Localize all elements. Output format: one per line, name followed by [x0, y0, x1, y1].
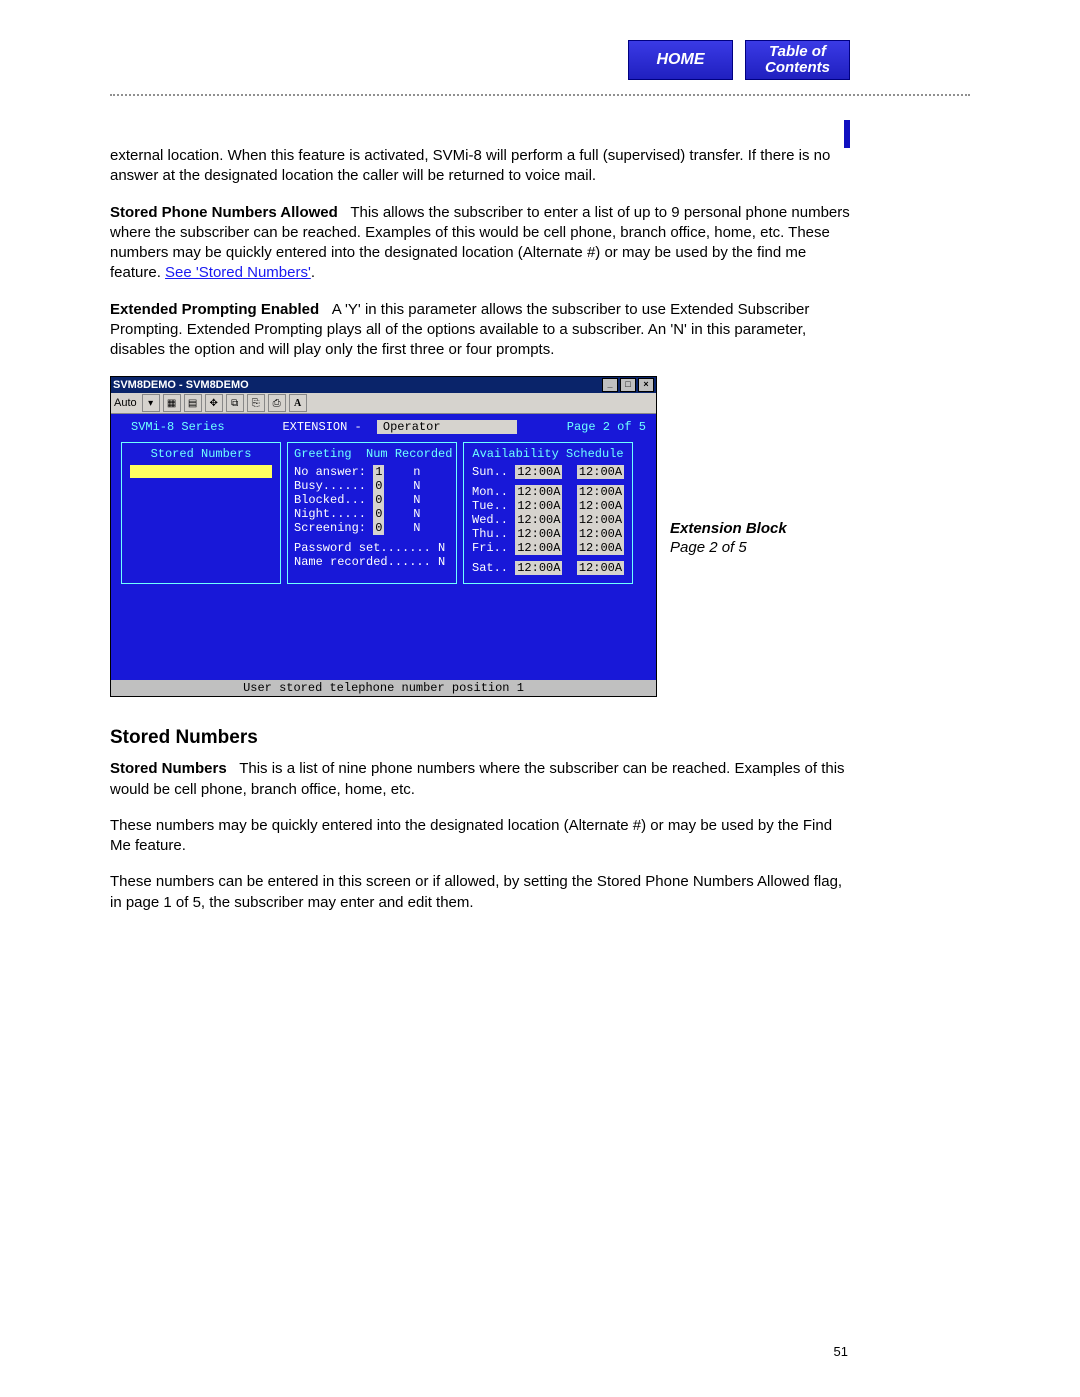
- schedule-row-fri: Fri.. 12:00A 12:00A: [472, 541, 624, 555]
- toc-button[interactable]: Table ofContents: [745, 40, 850, 80]
- toolbar-auto-label: Auto: [114, 397, 137, 409]
- greeting-row-blocked: Blocked... 0 N: [294, 493, 450, 507]
- terminal-window: SVM8DEMO - SVM8DEMO _ □ × Auto ▾ ▦ ▤ ✥ ⧉…: [110, 376, 657, 697]
- greeting-row-noanswer: No answer: 1 n: [294, 465, 450, 479]
- greeting-row-night: Night..... 0 N: [294, 507, 450, 521]
- greeting-panel: Greeting Num Recorded No answer: 1 n Bus…: [287, 442, 457, 584]
- stored-numbers-lead: Stored Numbers: [110, 760, 227, 777]
- greeting-row-screening: Screening: 0 N: [294, 521, 450, 535]
- home-button[interactable]: HOME: [628, 40, 733, 80]
- stored-allowed-lead: Stored Phone Numbers Allowed: [110, 204, 338, 221]
- toolbar-icon-5[interactable]: ⎘: [247, 394, 265, 412]
- extended-prompting-paragraph: Extended Prompting Enabled A 'Y' in this…: [110, 300, 850, 361]
- schedule-row-thu: Thu.. 12:00A 12:00A: [472, 527, 624, 541]
- figure-caption: Extension Block Page 2 of 5: [670, 520, 787, 556]
- schedule-row-sun: Sun.. 12:00A 12:00A: [472, 465, 624, 479]
- toolbar-icon-2[interactable]: ▤: [184, 394, 202, 412]
- stored-number-selected-slot[interactable]: [130, 465, 272, 478]
- toolbar-icon-1[interactable]: ▦: [163, 394, 181, 412]
- toolbar-icon-4[interactable]: ⧉: [226, 394, 244, 412]
- schedule-row-mon: Mon.. 12:00A 12:00A: [472, 485, 624, 499]
- figure-caption-title: Extension Block: [670, 520, 787, 537]
- availability-schedule-panel: Availability Schedule Sun.. 12:00A 12:00…: [463, 442, 633, 584]
- greeting-title: Greeting Num Recorded: [294, 447, 450, 461]
- figure-caption-page: Page 2 of 5: [670, 539, 787, 556]
- name-recorded-row: Name recorded...... N: [294, 555, 450, 569]
- stored-numbers-p2: These numbers may be quickly entered int…: [110, 816, 850, 857]
- toolbar-icon-3[interactable]: ✥: [205, 394, 223, 412]
- terminal-titlebar: SVM8DEMO - SVM8DEMO _ □ ×: [111, 377, 656, 393]
- see-stored-numbers-link[interactable]: See 'Stored Numbers': [165, 264, 311, 281]
- stored-numbers-p3: These numbers can be entered in this scr…: [110, 872, 850, 913]
- schedule-title: Availability Schedule: [472, 447, 624, 461]
- page-number: 51: [834, 1344, 848, 1359]
- schedule-row-tue: Tue.. 12:00A 12:00A: [472, 499, 624, 513]
- toolbar-icon-6[interactable]: ⎙: [268, 394, 286, 412]
- toolbar-dropdown-icon[interactable]: ▾: [142, 394, 160, 412]
- toolbar-font-icon[interactable]: A: [289, 394, 307, 412]
- stored-numbers-heading: Stored Numbers: [110, 727, 850, 749]
- stored-numbers-panel: Stored Numbers: [121, 442, 281, 584]
- extension-value[interactable]: Operator: [377, 420, 517, 434]
- stored-allowed-paragraph: Stored Phone Numbers Allowed This allows…: [110, 203, 850, 284]
- schedule-row-wed: Wed.. 12:00A 12:00A: [472, 513, 624, 527]
- terminal-toolbar: Auto ▾ ▦ ▤ ✥ ⧉ ⎘ ⎙ A: [111, 393, 656, 414]
- stored-numbers-p1: Stored Numbers This is a list of nine ph…: [110, 759, 850, 800]
- minimize-icon[interactable]: _: [602, 378, 618, 392]
- stored-numbers-title: Stored Numbers: [130, 447, 272, 461]
- schedule-row-sat: Sat.. 12:00A 12:00A: [472, 561, 624, 575]
- terminal-footer-message: User stored telephone number position 1: [111, 680, 656, 696]
- terminal-page-indicator: Page 2 of 5: [567, 420, 646, 434]
- intro-paragraph: external location. When this feature is …: [110, 146, 850, 187]
- side-accent-bar: [844, 120, 850, 148]
- extension-label: EXTENSION -: [274, 420, 369, 434]
- greeting-row-busy: Busy...... 0 N: [294, 479, 450, 493]
- toc-line1: Table of: [769, 43, 826, 60]
- password-set-row: Password set....... N: [294, 541, 450, 555]
- toc-line2: Contents: [765, 59, 830, 76]
- maximize-icon[interactable]: □: [620, 378, 636, 392]
- close-icon[interactable]: ×: [638, 378, 654, 392]
- extended-prompting-lead: Extended Prompting Enabled: [110, 301, 319, 318]
- series-label: SVMi-8 Series: [131, 420, 225, 434]
- terminal-title: SVM8DEMO - SVM8DEMO: [113, 379, 249, 391]
